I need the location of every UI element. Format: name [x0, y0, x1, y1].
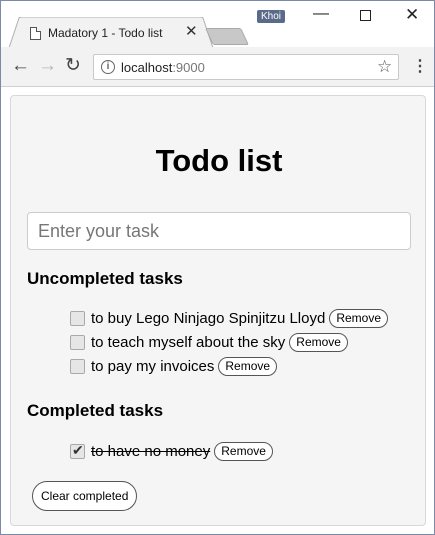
remove-button[interactable]: Remove — [329, 308, 389, 328]
todo-item: to pay my invoices Remove — [70, 354, 388, 378]
task-checkbox[interactable] — [70, 310, 85, 326]
browser-toolbar: ← → ↻ i localhost:9000 ☆ ⋮ — [1, 47, 434, 87]
clear-completed-button[interactable]: Clear completed — [32, 481, 138, 511]
window-close-icon[interactable]: ✕ — [405, 5, 419, 25]
url-text[interactable]: localhost:9000 — [121, 60, 205, 75]
page-title: Todo list — [155, 143, 283, 178]
remove-button[interactable]: Remove — [289, 332, 348, 352]
tab-close-icon[interactable]: ✕ — [185, 24, 198, 40]
todo-item: to buy Lego Ninjago Spinjitzu Lloyd Remo… — [70, 306, 389, 330]
browser-window: Madatory 1 - Todo list ✕ Khoi — ✕ ← → ↻ … — [0, 0, 435, 535]
todo-app-card: Todo list Uncompleted tasks to buy Lego … — [10, 95, 426, 526]
task-text: to teach myself about the sky — [91, 333, 286, 351]
uncompleted-heading: Uncompleted tasks — [27, 269, 183, 288]
task-text: to have no money — [91, 442, 211, 460]
task-text: to pay my invoices — [91, 357, 215, 375]
task-checkbox[interactable] — [70, 334, 85, 350]
profile-name[interactable]: Khoi — [257, 10, 286, 23]
todo-item: to have no money Remove — [70, 439, 273, 463]
tab-strip: Madatory 1 - Todo list ✕ Khoi — ✕ — [1, 1, 434, 48]
page-icon — [30, 27, 41, 40]
completed-heading: Completed tasks — [27, 401, 164, 420]
back-arrow-icon[interactable]: ← — [11, 55, 30, 77]
task-text: to buy Lego Ninjago Spinjitzu Lloyd — [91, 309, 326, 327]
task-checkbox[interactable] — [70, 358, 85, 374]
task-input[interactable] — [27, 212, 411, 250]
remove-button[interactable]: Remove — [218, 356, 278, 376]
todo-item: to teach myself about the sky Remove — [70, 330, 388, 354]
bookmark-star-icon[interactable]: ☆ — [377, 57, 392, 77]
forward-arrow-icon[interactable]: → — [38, 55, 57, 77]
maximize-icon[interactable] — [360, 10, 371, 21]
reload-icon[interactable]: ↻ — [65, 54, 81, 77]
uncompleted-list: to buy Lego Ninjago Spinjitzu Lloyd Remo… — [70, 306, 389, 378]
new-tab-button[interactable] — [205, 28, 249, 45]
completed-list: to have no money Remove — [70, 439, 273, 463]
address-bar[interactable]: i localhost:9000 ☆ — [93, 54, 399, 80]
info-icon[interactable]: i — [101, 60, 115, 74]
tab-title: Madatory 1 - Todo list — [48, 26, 163, 40]
task-checkbox-checked[interactable] — [70, 442, 85, 459]
page-viewport: Todo list Uncompleted tasks to buy Lego … — [1, 88, 434, 534]
minimize-icon[interactable]: — — [313, 5, 329, 23]
kebab-menu-icon[interactable]: ⋮ — [412, 56, 428, 76]
remove-button[interactable]: Remove — [214, 441, 273, 461]
